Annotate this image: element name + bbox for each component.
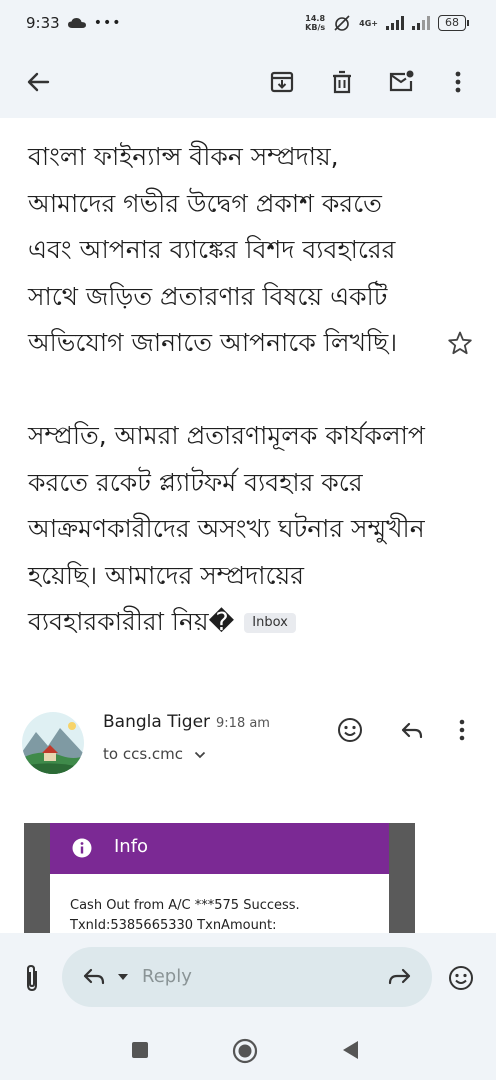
landscape-avatar-icon: [22, 712, 84, 774]
forward-icon[interactable]: [386, 966, 412, 988]
message-time: 9:18 am: [216, 716, 270, 731]
inbox-label-chip[interactable]: Inbox: [244, 613, 296, 633]
recent-apps-icon[interactable]: [131, 1041, 149, 1059]
cloud-icon: [67, 18, 86, 28]
emoji-icon[interactable]: [447, 964, 475, 992]
more-notifications-icon: •••: [93, 15, 122, 31]
signal-icon: [386, 16, 404, 30]
message-header[interactable]: Bangla Tiger 9:18 am to ccs.cmc: [22, 712, 482, 778]
status-time: 9:33: [26, 14, 60, 32]
info-header: Info: [50, 823, 389, 874]
message-more-icon[interactable]: [450, 716, 474, 744]
status-left: 9:33 •••: [26, 14, 121, 32]
back-nav-icon[interactable]: [341, 1040, 359, 1060]
sender-name: Bangla Tiger: [103, 712, 211, 732]
email-body-para-2: সম্প্রতি, আমরা প্রতারণামূলক কার্যকলাপ কর…: [28, 421, 433, 636]
chevron-down-icon[interactable]: [194, 751, 206, 759]
archive-icon[interactable]: [268, 68, 296, 96]
more-vert-icon[interactable]: [444, 68, 472, 96]
alarm-off-icon: [334, 15, 350, 31]
transaction-line-2: TxnId:5385665330 TxnAmount:: [70, 918, 277, 933]
recipient-text: to ccs.cmc: [103, 745, 184, 763]
transaction-text: Cash Out from A/C ***575 Success. TxnId:…: [70, 896, 300, 933]
network-type: 4G+: [359, 18, 378, 28]
sender-avatar[interactable]: [22, 712, 84, 774]
reply-icon[interactable]: [398, 716, 426, 744]
status-bar: 9:33 ••• 14.8 KB/s 4G+ 68: [0, 0, 496, 46]
back-arrow-icon[interactable]: [24, 68, 52, 96]
info-label: Info: [114, 836, 149, 857]
info-icon: [72, 838, 92, 858]
sender-line: Bangla Tiger 9:18 am: [103, 712, 270, 732]
trash-icon[interactable]: [328, 68, 356, 96]
top-toolbar: [0, 46, 496, 118]
reply-options-dropdown-icon[interactable]: [117, 973, 129, 981]
signal-2-icon: [412, 16, 430, 30]
inline-image[interactable]: Info Cash Out from A/C ***575 Success. T…: [24, 823, 415, 933]
reply-field[interactable]: Reply: [62, 947, 432, 1007]
battery-icon: 68: [438, 15, 469, 31]
attachment-clip-icon[interactable]: [21, 963, 43, 993]
system-nav-bar: [0, 1015, 496, 1080]
transaction-line-1: Cash Out from A/C ***575 Success.: [70, 898, 300, 913]
email-content: বাংলা ফাইন্যান্স বীকন সম্প্রদায়, আমাদের…: [0, 118, 496, 933]
email-body: বাংলা ফাইন্যান্স বীকন সম্প্রদায়, আমাদের…: [28, 134, 433, 646]
star-icon[interactable]: [447, 330, 473, 356]
emoji-reaction-icon[interactable]: [336, 716, 364, 744]
transaction-details: Cash Out from A/C ***575 Success. TxnId:…: [50, 874, 389, 933]
email-body-para-1: বাংলা ফাইন্যান্স বীকন সম্প্রদায়, আমাদের…: [28, 142, 404, 357]
reply-bar: Reply: [0, 933, 496, 1015]
reply-placeholder: Reply: [142, 966, 192, 987]
home-icon[interactable]: [232, 1038, 258, 1064]
status-right: 14.8 KB/s 4G+ 68: [305, 14, 469, 32]
mark-unread-icon[interactable]: [387, 68, 415, 96]
recipient-line[interactable]: to ccs.cmc: [103, 745, 206, 763]
reply-arrow-icon[interactable]: [82, 966, 106, 988]
net-speed: 14.8 KB/s: [305, 14, 326, 32]
